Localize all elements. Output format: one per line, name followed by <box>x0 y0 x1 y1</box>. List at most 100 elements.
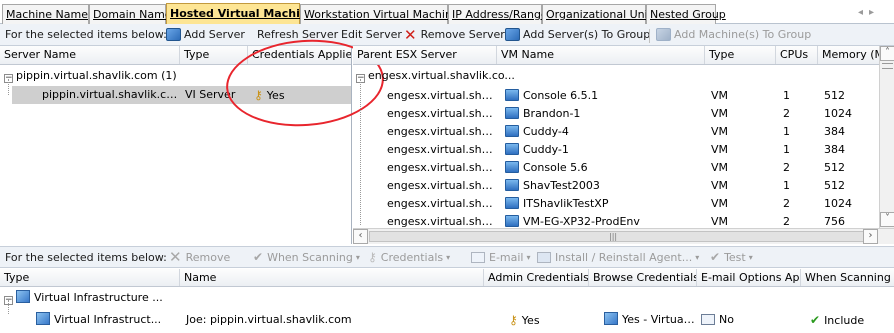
credentials-grid: Type Name Admin Credentials Browse Crede… <box>0 269 894 333</box>
dropdown-arrow-icon: ▾ <box>526 252 531 262</box>
scroll-grip-icon[interactable] <box>882 63 893 69</box>
test-dropdown[interactable]: ✔ Test ▾ <box>710 247 753 267</box>
vm-icon <box>505 215 519 227</box>
col-browse-credentials[interactable]: Browse Credentials <box>589 269 697 286</box>
dropdown-arrow-icon: ▾ <box>446 252 451 262</box>
vm-row[interactable]: engesx.virtual.shavli... Console 6.5.1 V… <box>353 87 878 105</box>
col-bottom-name[interactable]: Name <box>180 269 484 286</box>
vm-parent: engesx.virtual.shavli... <box>387 197 497 210</box>
vm-parent: engesx.virtual.shavli... <box>387 143 497 156</box>
tab-workstation-virtual-machines[interactable]: Workstation Virtual Machines <box>300 4 464 24</box>
vm-memory: 1024 <box>824 107 852 120</box>
vm-parent: engesx.virtual.shavli... <box>387 161 497 174</box>
tab-scroll-arrows-icon[interactable]: ◂▸ <box>858 7 880 18</box>
col-cpus[interactable]: CPUs <box>776 46 818 64</box>
server-name: pippin.virtual.shavlik.com <box>42 88 182 101</box>
vm-memory: 384 <box>824 143 845 156</box>
bottom-toolbar: For the selected items below: ✕ Remove ✔ W… <box>0 246 894 268</box>
credential-browse: Yes - Virtual S... <box>600 311 697 329</box>
scroll-down-icon[interactable]: ˅ <box>880 212 894 227</box>
vm-row[interactable]: engesx.virtual.shavli... ITShavlikTestXP… <box>353 195 878 213</box>
edit-server-button[interactable]: Edit Server <box>341 24 402 45</box>
vm-type: VM <box>711 125 729 138</box>
tab-organizational-unit[interactable]: Organizational Unit <box>542 4 652 24</box>
credential-admin: ⚷ Yes <box>509 313 540 327</box>
vm-icon <box>505 89 519 101</box>
add-server-button[interactable]: Add Server <box>166 24 245 45</box>
col-memory[interactable]: Memory (MB <box>818 46 879 64</box>
server-row[interactable]: pippin.virtual.shavlik.com VI Server ⚷ Ye… <box>12 86 351 104</box>
tab-nested-group[interactable]: Nested Group <box>646 4 726 24</box>
tab-ip-address-range[interactable]: IP Address/Range <box>448 4 548 24</box>
vm-icon <box>505 125 519 137</box>
dropdown-arrow-icon: ▾ <box>695 252 700 262</box>
vm-row[interactable]: engesx.virtual.shavli... Cuddy-1 VM 1 38… <box>353 141 878 159</box>
remove-x-icon: ✕ <box>169 248 182 266</box>
credentials-grid-header: Type Name Admin Credentials Browse Crede… <box>0 269 894 287</box>
vm-grid: Parent ESX Server VM Name Type CPUs Memo… <box>353 46 894 244</box>
tab-machine-name[interactable]: Machine Name <box>2 4 89 24</box>
vm-memory: 512 <box>824 179 845 192</box>
vm-type: VM <box>711 89 729 102</box>
scroll-up-icon[interactable]: ˄ <box>880 46 894 61</box>
vi-group-row[interactable]: − Virtual Infrastructure ... <box>0 289 894 307</box>
col-vm-name[interactable]: VM Name <box>497 46 705 64</box>
when-scanning-dropdown[interactable]: ✔ When Scanning ▾ <box>253 247 360 267</box>
vm-icon <box>505 143 519 155</box>
col-credentials-applied[interactable]: Credentials Applied <box>248 46 351 64</box>
server-group-row[interactable]: − pippin.virtual.shavlik.com (1) <box>0 67 351 85</box>
col-email-options[interactable]: E-mail Options Ap... <box>697 269 801 286</box>
email-dropdown[interactable]: E-mail ▾ <box>471 247 531 267</box>
vm-grid-horizontal-scrollbar[interactable]: ‹ ||| › <box>353 228 894 244</box>
vm-row[interactable]: engesx.virtual.shavli... Console 5.6 VM … <box>353 159 878 177</box>
key-icon: ⚷ <box>254 88 263 102</box>
vm-icon <box>505 161 519 173</box>
add-machines-to-group-button[interactable]: Add Machine(s) To Group <box>656 24 811 45</box>
esx-group-row[interactable]: − engesx.virtual.shavlik.co... <box>353 67 878 85</box>
dropdown-arrow-icon: ▾ <box>748 252 753 262</box>
vm-row[interactable]: engesx.virtual.shavli... ShavTest2003 VM… <box>353 177 878 195</box>
vm-cpus: 2 <box>783 161 790 174</box>
credential-row[interactable]: Virtual Infrastruct... Joe: pippin.virtu… <box>0 311 894 329</box>
scroll-left-icon[interactable]: ‹ <box>353 229 368 244</box>
dropdown-arrow-icon: ▾ <box>355 252 360 262</box>
vm-cpus: 1 <box>783 125 790 138</box>
check-icon: ✔ <box>810 313 821 327</box>
vm-parent: engesx.virtual.shavli... <box>387 125 497 138</box>
server-credentials: ⚷ Yes <box>254 88 285 102</box>
virtual-infrastructure-icon <box>604 312 618 325</box>
col-parent-esx[interactable]: Parent ESX Server <box>353 46 497 64</box>
tab-domain-name[interactable]: Domain Name <box>89 4 172 24</box>
col-server-name[interactable]: Server Name <box>0 46 180 64</box>
vm-cpus: 1 <box>783 179 790 192</box>
server-grid-header: Server Name Type Credentials Applied <box>0 46 351 65</box>
credentials-dropdown[interactable]: ⚷ Credentials ▾ <box>368 247 450 267</box>
col-admin-credentials[interactable]: Admin Credentials <box>484 269 589 286</box>
key-icon: ⚷ <box>509 313 518 327</box>
vm-grid-vertical-scrollbar[interactable]: ˄ ˅ <box>879 46 894 228</box>
server-group-label: pippin.virtual.shavlik.com (1) <box>16 69 177 82</box>
col-vm-type[interactable]: Type <box>705 46 776 64</box>
col-bottom-type[interactable]: Type <box>0 269 180 286</box>
vi-group-label: Virtual Infrastructure ... <box>34 291 163 304</box>
refresh-server-button[interactable]: Refresh Server <box>257 24 338 45</box>
col-type[interactable]: Type <box>180 46 248 64</box>
vm-name-cell: Brandon-1 <box>501 105 705 123</box>
tab-hosted-virtual-machines[interactable]: Hosted Virtual Machines <box>166 3 322 24</box>
vm-parent: engesx.virtual.shavli... <box>387 179 497 192</box>
vm-memory: 512 <box>824 89 845 102</box>
remove-server-button[interactable]: ✕ Remove Server <box>404 24 505 45</box>
vm-grid-header: Parent ESX Server VM Name Type CPUs Memo… <box>353 46 879 65</box>
toolbar-prompt: For the selected items below: <box>5 28 167 41</box>
vm-row[interactable]: engesx.virtual.shavli... Cuddy-4 VM 1 38… <box>353 123 878 141</box>
add-servers-to-group-button[interactable]: Add Server(s) To Group <box>505 24 650 45</box>
remove-button[interactable]: ✕ Remove <box>169 247 230 267</box>
virtual-infrastructure-icon <box>36 312 50 325</box>
vm-row[interactable]: engesx.virtual.shavli... Brandon-1 VM 2 … <box>353 105 878 123</box>
scroll-right-icon[interactable]: › <box>863 229 878 244</box>
vm-type: VM <box>711 161 729 174</box>
credential-type: Virtual Infrastruct... <box>36 311 180 329</box>
install-agent-dropdown[interactable]: Install / Reinstall Agent... ▾ <box>537 247 699 267</box>
col-when-scanning[interactable]: When Scanning <box>801 269 894 286</box>
credential-email: No <box>697 311 801 329</box>
